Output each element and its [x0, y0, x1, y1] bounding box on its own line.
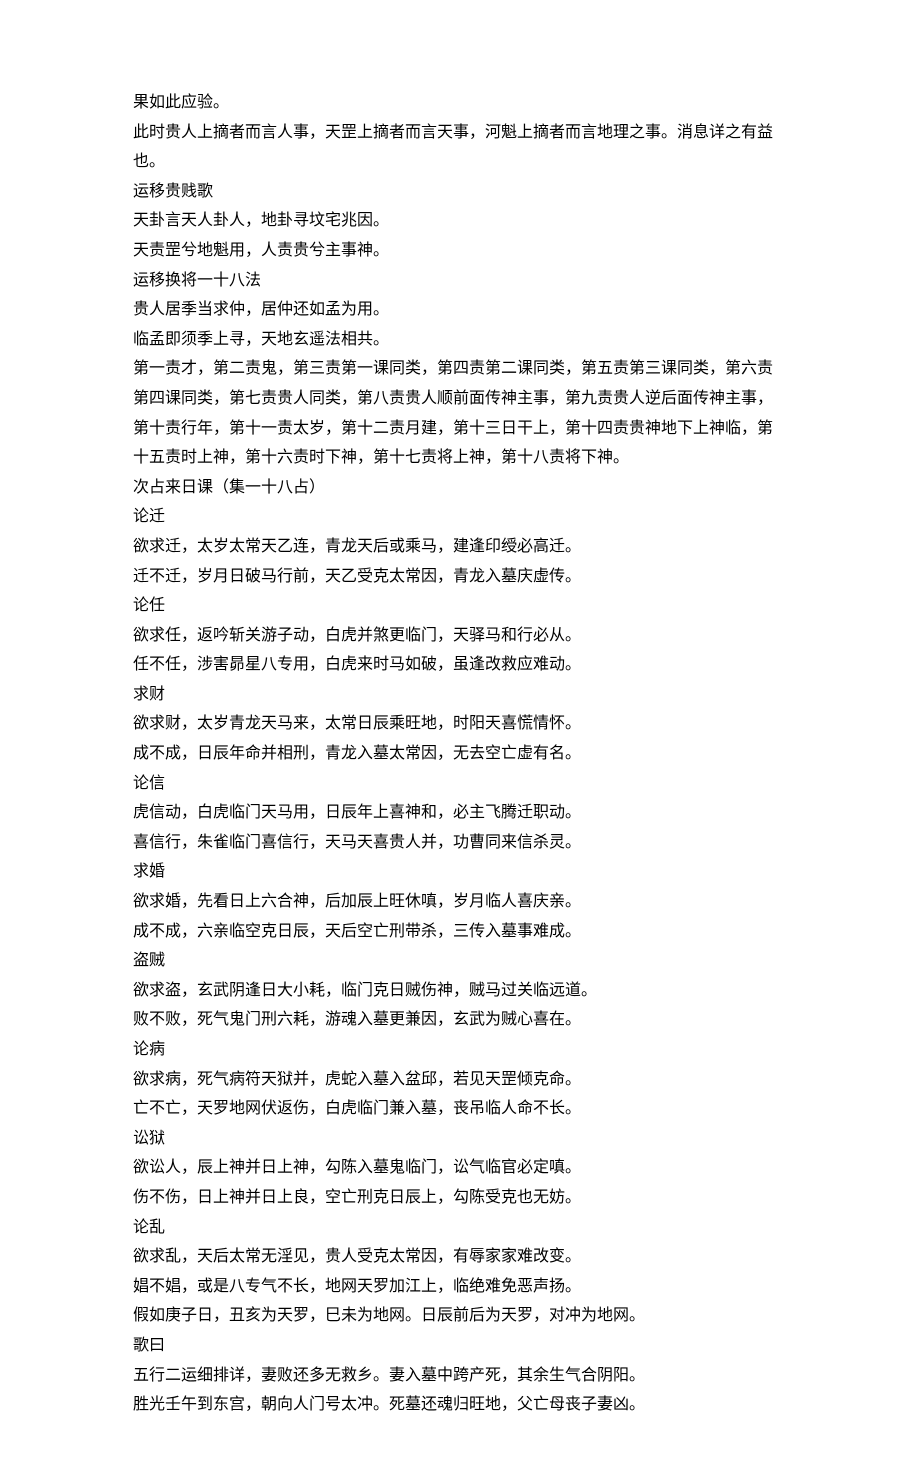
text-line: 求婚 [133, 857, 787, 887]
text-line: 虎信动，白虎临门天马用，日辰年上喜神和，必主飞腾迁职动。 [133, 798, 787, 828]
text-line: 欲求财，太岁青龙天马来，太常日辰乘旺地，时阳天喜慌情怀。 [133, 709, 787, 739]
text-line: 求财 [133, 680, 787, 710]
text-line: 论信 [133, 769, 787, 799]
text-line: 欲求婚，先看日上六合神，后加辰上旺休嗔，岁月临人喜庆亲。 [133, 887, 787, 917]
text-line: 歌曰 [133, 1331, 787, 1361]
text-line: 喜信行，朱雀临门喜信行，天马天喜贵人并，功曹同来信杀灵。 [133, 828, 787, 858]
text-line: 天责罡兮地魁用，人责贵兮主事神。 [133, 236, 787, 266]
text-line: 五行二运细排详，妻败还多无救乡。妻入墓中跨产死，其余生气合阴阳。 [133, 1361, 787, 1391]
text-line: 假如庚子日，丑亥为天罗，巳未为地网。日辰前后为天罗，对冲为地网。 [133, 1301, 787, 1331]
text-line: 天卦言天人卦人，地卦寻坟宅兆因。 [133, 206, 787, 236]
text-line: 成不成，六亲临空克日辰，天后空亡刑带杀，三传入墓事难成。 [133, 917, 787, 947]
text-line: 盗贼 [133, 946, 787, 976]
text-line: 败不败，死气鬼门刑六耗，游魂入墓更兼因，玄武为贼心喜在。 [133, 1005, 787, 1035]
text-line: 任不任，涉害昴星八专用，白虎来时马如破，虽逢改救应难动。 [133, 650, 787, 680]
text-line: 贵人居季当求仲，居仲还如孟为用。 [133, 295, 787, 325]
text-line: 次占来日课（集一十八占） [133, 473, 787, 503]
text-line: 论乱 [133, 1213, 787, 1243]
text-line: 论迁 [133, 502, 787, 532]
text-line: 第一责才，第二责鬼，第三责第一课同类，第四责第二课同类，第五责第三课同类，第六责… [133, 354, 787, 472]
text-line: 迁不迁，岁月日破马行前，天乙受克太常因，青龙入墓庆虚传。 [133, 562, 787, 592]
text-line: 此时贵人上摘者而言人事，天罡上摘者而言天事，河魁上摘者而言地理之事。消息详之有益… [133, 118, 787, 177]
text-line: 胜光壬午到东宫，朝向人门号太冲。死墓还魂归旺地，父亡母丧子妻凶。 [133, 1390, 787, 1420]
text-line: 伤不伤，日上神并日上良，空亡刑克日辰上，勾陈受克也无妨。 [133, 1183, 787, 1213]
text-line: 论病 [133, 1035, 787, 1065]
text-line: 论任 [133, 591, 787, 621]
text-line: 亡不亡，天罗地网伏返伤，白虎临门兼入墓，丧吊临人命不长。 [133, 1094, 787, 1124]
text-line: 临孟即须季上寻，天地玄遥法相共。 [133, 325, 787, 355]
text-line: 欲讼人，辰上神并日上神，勾陈入墓鬼临门，讼气临官必定嗔。 [133, 1153, 787, 1183]
text-line: 成不成，日辰年命并相刑，青龙入墓太常因，无去空亡虚有名。 [133, 739, 787, 769]
text-line: 欲求病，死气病符天狱并，虎蛇入墓入盆邱，若见天罡倾克命。 [133, 1065, 787, 1095]
text-line: 果如此应验。 [133, 88, 787, 118]
text-line: 欲求任，返吟斩关游子动，白虎并煞更临门，天驿马和行必从。 [133, 621, 787, 651]
text-line: 娼不娼，或是八专气不长，地网天罗加江上，临绝难免恶声扬。 [133, 1272, 787, 1302]
text-line: 运移贵贱歌 [133, 177, 787, 207]
text-line: 欲求迁，太岁太常天乙连，青龙天后或乘马，建逢印绶必高迁。 [133, 532, 787, 562]
text-line: 欲求乱，天后太常无淫见，贵人受克太常因，有辱家家难改变。 [133, 1242, 787, 1272]
text-line: 讼狱 [133, 1124, 787, 1154]
text-line: 运移换将一十八法 [133, 266, 787, 296]
text-line: 欲求盗，玄武阴逢日大小耗，临门克日贼伤神，贼马过关临远道。 [133, 976, 787, 1006]
